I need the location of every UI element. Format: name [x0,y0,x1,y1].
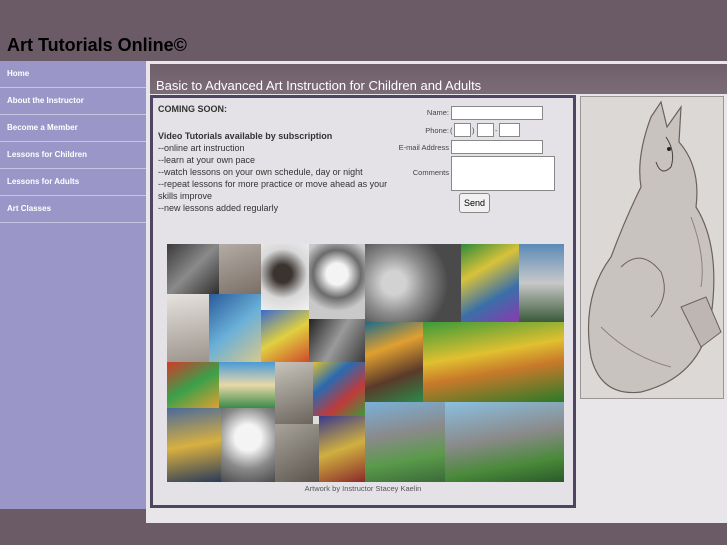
email-label: E-mail Address [398,143,449,152]
artwork-tile [221,408,275,482]
sidebar-item-become-member[interactable]: Become a Member [0,115,146,142]
phone-label: Phone: [425,126,449,135]
sidebar-item-lessons-adults[interactable]: Lessons for Adults [0,169,146,196]
email-input[interactable] [451,140,543,154]
artwork-tile [309,244,365,319]
artwork-tile [445,402,564,482]
artwork-tile [365,402,445,482]
sidebar-item-art-classes[interactable]: Art Classes [0,196,146,223]
artwork-tile [313,362,365,416]
promo-line: --watch lessons on your own schedule, da… [158,167,363,177]
artwork-tile [365,244,461,322]
heading-band: Basic to Advanced Art Instruction for Ch… [150,64,727,94]
artwork-tile [167,362,219,408]
artwork-tile [167,294,209,362]
artwork-tile [365,322,423,402]
promo-line: --new lessons added regularly [158,203,279,213]
phone-open-paren: ( [450,126,453,135]
promo-line: --repeat lessons for more practice or mo… [158,179,388,201]
sidebar-nav: Home About the Instructor Become a Membe… [0,61,146,509]
promo-subtitle: Video Tutorials available by subscriptio… [158,131,333,141]
artwork-caption: Artwork by Instructor Stacey Kaelin [304,484,422,493]
phone-prefix-input[interactable] [477,123,494,137]
site-header: Art Tutorials Online© [0,0,727,61]
phone-close-paren: ) [472,126,475,135]
phone-dash: - [495,126,498,135]
promo-block: COMING SOON: Video Tutorials available b… [158,103,388,214]
footer-band [0,523,727,545]
artwork-tile [261,244,309,310]
phone-line-input[interactable] [499,123,520,137]
artwork-tile [275,424,319,482]
artwork-tile [167,244,219,294]
artwork-tile [423,322,564,402]
promo-line: --learn at your own pace [158,155,256,165]
artwork-tile [461,244,519,322]
section-heading: Basic to Advanced Art Instruction for Ch… [156,78,482,93]
sidebar-item-lessons-children[interactable]: Lessons for Children [0,142,146,169]
artwork-tile [209,294,261,362]
artwork-tile [261,310,309,362]
artwork-tile [309,319,365,362]
send-button[interactable]: Send [459,193,490,213]
artwork-tile [519,244,564,322]
artwork-tile [219,362,275,408]
sidebar-item-home[interactable]: Home [0,61,146,88]
comments-textarea[interactable] [451,156,555,191]
artwork-tile [219,244,261,294]
name-input[interactable] [451,106,543,120]
promo-line: --online art instruction [158,143,245,153]
phone-area-input[interactable] [454,123,471,137]
sidebar-item-about-instructor[interactable]: About the Instructor [0,88,146,115]
kangaroo-drawing [580,96,724,399]
promo-title: COMING SOON: [158,104,227,114]
artwork-tile [275,362,313,424]
artwork-collage [167,244,564,482]
comments-label: Comments [412,168,449,177]
artwork-tile [319,416,365,482]
content-box: COMING SOON: Video Tutorials available b… [150,95,576,508]
name-label: Name: [426,108,449,117]
artwork-tile [167,408,221,482]
site-title: Art Tutorials Online© [7,35,187,55]
kangaroo-sketch-image [581,97,723,398]
